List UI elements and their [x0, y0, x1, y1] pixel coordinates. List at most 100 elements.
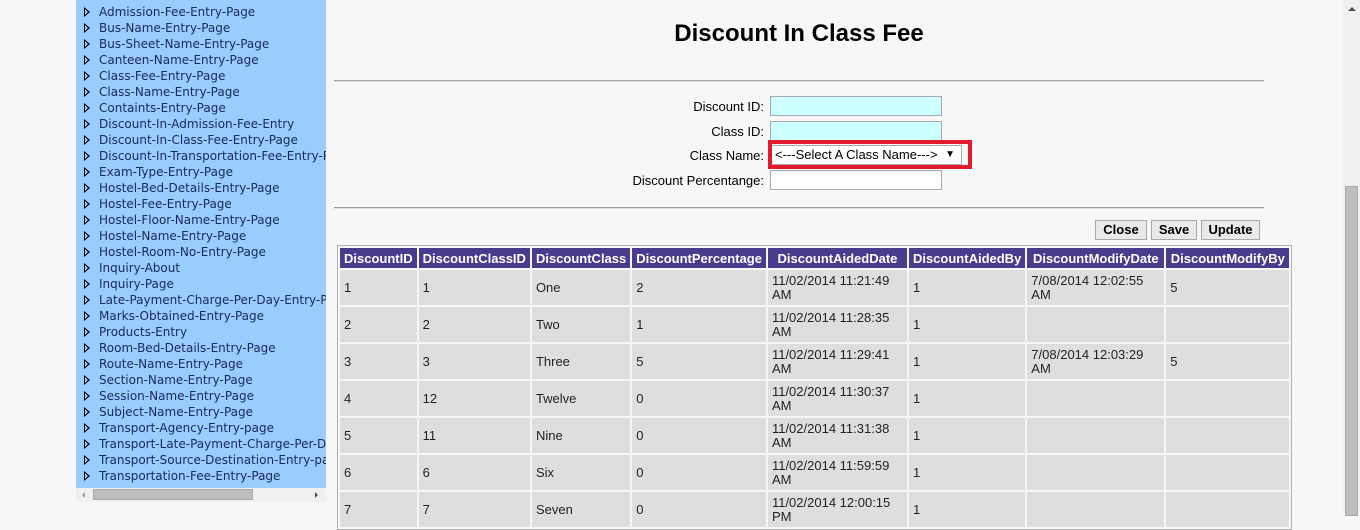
table-cell: 1 [340, 270, 417, 305]
table-cell: 0 [632, 418, 766, 453]
save-button[interactable]: Save [1151, 220, 1197, 240]
scrollbar-thumb[interactable] [93, 489, 253, 500]
expand-arrow-icon[interactable] [84, 455, 90, 465]
sidebar-item[interactable]: Inquiry-About [76, 260, 326, 276]
page-vertical-scrollbar[interactable] [1343, 0, 1360, 516]
sidebar-item-label[interactable]: Subject-Name-Entry-Page [99, 405, 253, 419]
expand-arrow-icon[interactable] [84, 263, 90, 273]
discount-percentage-input[interactable] [770, 170, 942, 190]
expand-arrow-icon[interactable] [84, 7, 90, 17]
sidebar-item[interactable]: Hostel-Name-Entry-Page [76, 228, 326, 244]
table-row[interactable]: 3 3 Three 5 11/02/2014 11:29:41 AM 1 7/08/2014… [340, 344, 1290, 379]
expand-arrow-icon[interactable] [84, 407, 90, 417]
sidebar-item[interactable]: Class-Fee-Entry-Page [76, 68, 326, 84]
sidebar-item-label[interactable]: Admission-Fee-Entry-Page [99, 5, 255, 19]
sidebar-item[interactable]: Session-Name-Entry-Page [76, 388, 326, 404]
sidebar-item[interactable]: Subject-Name-Entry-Page [76, 404, 326, 420]
sidebar-item-label[interactable]: Marks-Obtained-Entry-Page [99, 309, 264, 323]
expand-arrow-icon[interactable] [84, 471, 90, 481]
expand-arrow-icon[interactable] [84, 391, 90, 401]
sidebar-item[interactable]: Canteen-Name-Entry-Page [76, 52, 326, 68]
table-row[interactable]: 1 1 One 2 11/02/2014 11:21:49 AM 1 7/08/2014 1… [340, 270, 1290, 305]
sidebar-item[interactable]: Late-Payment-Charge-Per-Day-Entry-Page [76, 292, 326, 308]
table-cell: 1 [418, 270, 530, 305]
sidebar-item[interactable]: Transport-Late-Payment-Charge-Per-Day [76, 436, 326, 452]
sidebar-item-label[interactable]: Inquiry-About [99, 261, 180, 275]
sidebar-item-label[interactable]: Hostel-Floor-Name-Entry-Page [99, 213, 280, 227]
sidebar-item-label[interactable]: Canteen-Name-Entry-Page [99, 53, 259, 67]
expand-arrow-icon[interactable] [84, 327, 90, 337]
table-row[interactable]: 2 2 Two 1 11/02/2014 11:28:35 AM 1 [340, 307, 1290, 342]
column-header: DiscountAidedDate [767, 248, 907, 268]
sidebar-item[interactable]: Admission-Fee-Entry-Page [76, 4, 326, 20]
sidebar-item-label[interactable]: Route-Name-Entry-Page [99, 357, 243, 371]
table-row[interactable]: 5 11 Nine 0 11/02/2014 11:31:38 AM 1 [340, 418, 1290, 453]
sidebar-item[interactable]: Hostel-Floor-Name-Entry-Page [76, 212, 326, 228]
expand-arrow-icon[interactable] [84, 359, 90, 369]
sidebar-item[interactable]: Hostel-Room-No-Entry-Page [76, 244, 326, 260]
sidebar-item-label[interactable]: Transport-Source-Destination-Entry-page [99, 453, 326, 467]
sidebar-item-label[interactable]: Bus-Sheet-Name-Entry-Page [99, 37, 269, 51]
sidebar-item[interactable]: Bus-Name-Entry-Page [76, 20, 326, 36]
sidebar-item[interactable]: Hostel-Fee-Entry-Page [76, 196, 326, 212]
sidebar-item-label[interactable]: Hostel-Name-Entry-Page [99, 229, 246, 243]
expand-arrow-icon[interactable] [84, 55, 90, 65]
class-id-input[interactable] [770, 121, 942, 141]
expand-arrow-icon[interactable] [84, 439, 90, 449]
scroll-left-icon[interactable] [82, 492, 85, 498]
sidebar-item-label[interactable]: Room-Bed-Details-Entry-Page [99, 341, 276, 355]
tree-horizontal-scrollbar[interactable] [76, 488, 326, 502]
expand-arrow-icon[interactable] [84, 279, 90, 289]
sidebar-item[interactable]: Transport-Agency-Entry-page [76, 420, 326, 436]
sidebar-item-label[interactable]: Section-Name-Entry-Page [99, 373, 253, 387]
scroll-right-icon[interactable] [315, 492, 318, 498]
expand-arrow-icon[interactable] [84, 295, 90, 305]
expand-arrow-icon[interactable] [84, 215, 90, 225]
table-row[interactable]: 6 6 Six 0 11/02/2014 11:59:59 AM 1 [340, 455, 1290, 490]
table-cell: 7 [340, 492, 417, 527]
sidebar-item-label[interactable]: Transport-Agency-Entry-page [99, 421, 274, 435]
sidebar-item-label[interactable]: Products-Entry [99, 325, 187, 339]
close-button[interactable]: Close [1095, 220, 1147, 240]
sidebar-item[interactable]: Bus-Sheet-Name-Entry-Page [76, 36, 326, 52]
expand-arrow-icon[interactable] [84, 247, 90, 257]
table-row[interactable]: 7 7 Seven 0 11/02/2014 12:00:15 PM 1 [340, 492, 1290, 527]
table-cell [1027, 492, 1165, 527]
sidebar-item[interactable]: Marks-Obtained-Entry-Page [76, 308, 326, 324]
sidebar-item[interactable]: Products-Entry [76, 324, 326, 340]
expand-arrow-icon[interactable] [84, 423, 90, 433]
sidebar-item[interactable]: Inquiry-Page [76, 276, 326, 292]
sidebar-item[interactable]: Transportation-Fee-Entry-Page [76, 468, 326, 484]
table-row[interactable]: 4 12 Twelve 0 11/02/2014 11:30:37 AM 1 [340, 381, 1290, 416]
sidebar-item[interactable]: Room-Bed-Details-Entry-Page [76, 340, 326, 356]
sidebar-item-label[interactable]: Hostel-Room-No-Entry-Page [99, 245, 266, 259]
sidebar-item-label[interactable]: Session-Name-Entry-Page [99, 389, 254, 403]
expand-arrow-icon[interactable] [84, 375, 90, 385]
scroll-up-icon[interactable] [1348, 7, 1356, 11]
sidebar-item-label[interactable]: Inquiry-Page [99, 277, 174, 291]
table-cell: 11 [418, 418, 530, 453]
expand-arrow-icon[interactable] [84, 231, 90, 241]
table-cell: 0 [632, 381, 766, 416]
sidebar-item-label[interactable]: Late-Payment-Charge-Per-Day-Entry-Page [99, 293, 326, 307]
discount-id-input[interactable] [770, 96, 942, 116]
update-button[interactable]: Update [1201, 220, 1260, 240]
expand-arrow-icon[interactable] [84, 71, 90, 81]
expand-arrow-icon[interactable] [84, 343, 90, 353]
expand-arrow-icon[interactable] [84, 199, 90, 209]
expand-arrow-icon[interactable] [84, 39, 90, 49]
expand-arrow-icon[interactable] [84, 23, 90, 33]
scrollbar-thumb[interactable] [1345, 186, 1358, 516]
sidebar-item-label[interactable]: Class-Fee-Entry-Page [99, 69, 225, 83]
expand-arrow-icon[interactable] [84, 311, 90, 321]
table-cell: 0 [632, 492, 766, 527]
discount-id-row: Discount ID: [0, 95, 1360, 117]
sidebar-item[interactable]: Section-Name-Entry-Page [76, 372, 326, 388]
sidebar-item-label[interactable]: Transportation-Fee-Entry-Page [99, 469, 280, 483]
sidebar-item-label[interactable]: Hostel-Fee-Entry-Page [99, 197, 232, 211]
sidebar-item[interactable]: Route-Name-Entry-Page [76, 356, 326, 372]
sidebar-item-label[interactable]: Transport-Late-Payment-Charge-Per-Day [99, 437, 326, 451]
table-cell [1027, 455, 1165, 490]
sidebar-item-label[interactable]: Bus-Name-Entry-Page [99, 21, 230, 35]
sidebar-item[interactable]: Transport-Source-Destination-Entry-page [76, 452, 326, 468]
